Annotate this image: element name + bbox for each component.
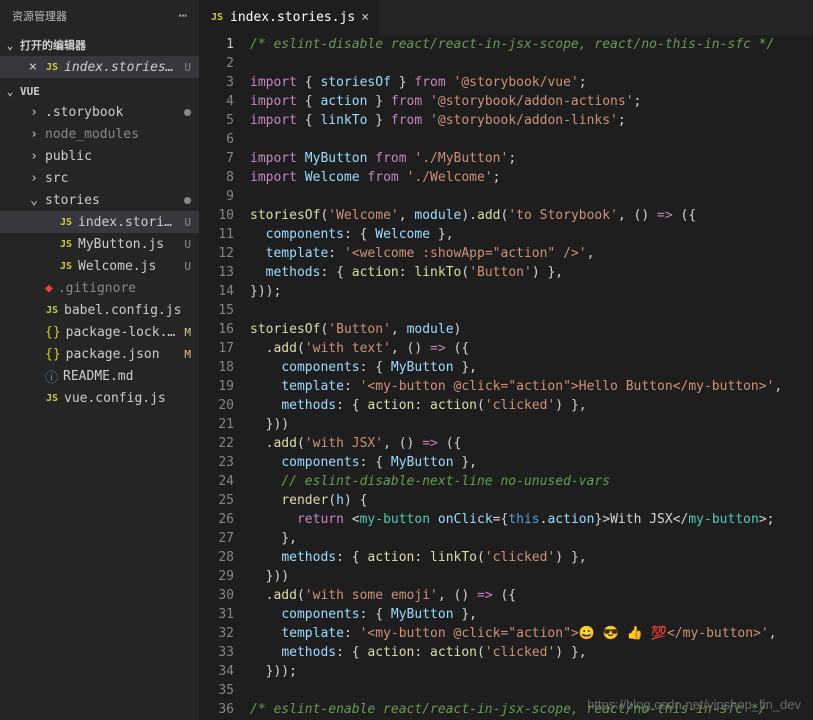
vcs-marker: M	[184, 348, 191, 361]
chevron-icon: ›	[28, 127, 40, 142]
info-file-icon: ⓘ	[45, 367, 58, 386]
js-file-icon: JS	[210, 12, 224, 23]
vcs-marker: M	[184, 326, 191, 339]
code-editor[interactable]: 1234567891011121314151617181920212223242…	[200, 35, 813, 720]
line-numbers: 1234567891011121314151617181920212223242…	[200, 35, 250, 720]
js-file-icon: JS	[59, 261, 73, 272]
js-file-icon: JS	[45, 393, 59, 404]
watermark: https://blog.csdn.net/vipshop_fin_dev	[587, 697, 801, 712]
js-file-icon: JS	[45, 305, 59, 316]
code-content[interactable]: /* eslint-disable react/react-in-jsx-sco…	[250, 35, 813, 720]
tree-item-node-modules[interactable]: ›node_modules	[0, 123, 199, 145]
chevron-icon: ›	[28, 149, 40, 164]
editor-pane: JS index.stories.js × 123456789101112131…	[200, 0, 813, 720]
vcs-marker: U	[184, 260, 191, 273]
tree-item-babel-config-js[interactable]: JSbabel.config.js	[0, 299, 199, 321]
tree-item-package-json[interactable]: {}package.jsonM	[0, 343, 199, 365]
chevron-down-icon: ⌄	[4, 39, 16, 52]
tree-item-index-stories-js[interactable]: JSindex.stories.jsU	[0, 211, 199, 233]
tree-item-public[interactable]: ›public	[0, 145, 199, 167]
open-editors-section[interactable]: ⌄ 打开的编辑器	[0, 34, 199, 56]
explorer-sidebar: 资源管理器 ⋯ ⌄ 打开的编辑器 × JS index.stories.j...…	[0, 0, 200, 720]
modified-dot-icon	[184, 109, 191, 116]
vcs-marker: U	[184, 238, 191, 251]
vcs-marker: U	[184, 216, 191, 229]
tree-item-vue-config-js[interactable]: JSvue.config.js	[0, 387, 199, 409]
tree-item-stories[interactable]: ⌄stories	[0, 189, 199, 211]
open-editor-item[interactable]: × JS index.stories.j... U	[0, 56, 199, 78]
tree-item--gitignore[interactable]: ◆.gitignore	[0, 277, 199, 299]
tree-item-welcome-js[interactable]: JSWelcome.jsU	[0, 255, 199, 277]
project-root[interactable]: ⌄ VUE	[0, 82, 199, 101]
tab-index-stories[interactable]: JS index.stories.js ×	[200, 0, 380, 35]
tree-item--storybook[interactable]: ›.storybook	[0, 101, 199, 123]
chevron-icon: ⌄	[28, 193, 40, 208]
close-icon[interactable]: ×	[361, 10, 369, 25]
tree-item-package-lock-json[interactable]: {}package-lock.jsonM	[0, 321, 199, 343]
close-icon[interactable]: ×	[26, 59, 40, 75]
chevron-icon: ›	[28, 105, 40, 120]
json-file-icon: {}	[45, 347, 61, 362]
chevron-down-icon: ⌄	[4, 85, 16, 98]
js-file-icon: JS	[59, 217, 73, 228]
chevron-icon: ›	[28, 171, 40, 186]
js-file-icon: JS	[59, 239, 73, 250]
tree-item-mybutton-js[interactable]: JSMyButton.jsU	[0, 233, 199, 255]
tree-item-readme-md[interactable]: ⓘREADME.md	[0, 365, 199, 387]
tab-bar: JS index.stories.js ×	[200, 0, 813, 35]
git-file-icon: ◆	[45, 281, 53, 296]
json-file-icon: {}	[45, 325, 61, 340]
explorer-title: 资源管理器	[12, 8, 67, 24]
modified-dot-icon	[184, 197, 191, 204]
tree-item-src[interactable]: ›src	[0, 167, 199, 189]
explorer-header: 资源管理器 ⋯	[0, 0, 199, 32]
js-file-icon: JS	[45, 62, 59, 73]
more-icon[interactable]: ⋯	[179, 8, 187, 24]
